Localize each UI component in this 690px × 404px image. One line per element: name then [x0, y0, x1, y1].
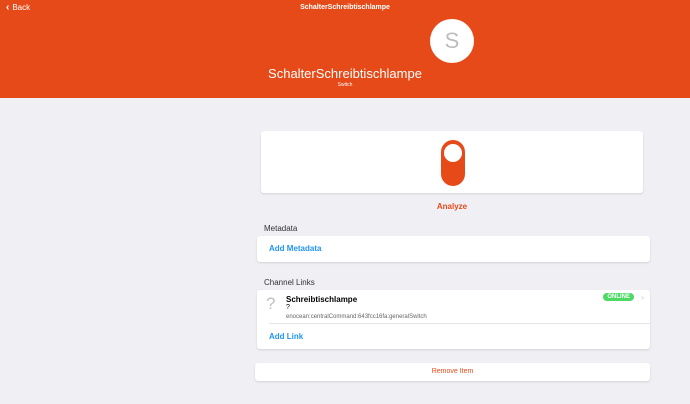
remove-item-card[interactable]: Remove Item	[255, 363, 650, 381]
status-badge: ONLINE	[603, 293, 634, 301]
metadata-card: Add Metadata	[257, 236, 650, 262]
page-title: SchalterSchreibtischlampe	[300, 4, 390, 11]
chevron-right-icon: ›	[641, 293, 644, 302]
thing-type: Switch	[337, 82, 353, 88]
avatar: S	[430, 19, 474, 63]
divider	[269, 323, 650, 324]
thing-name: SchalterSchreibtischlampe	[268, 66, 422, 81]
question-icon: ?	[266, 294, 276, 313]
analyze-button[interactable]: Analyze	[261, 202, 643, 211]
channel-link-subtitle: ?	[286, 304, 290, 311]
metadata-section-title: Metadata	[264, 224, 298, 233]
channel-link-uid: enocean:centralCommand:643fcc16fa:genera…	[286, 314, 427, 320]
add-metadata-button[interactable]: Add Metadata	[269, 244, 321, 253]
add-link-button[interactable]: Add Link	[269, 332, 303, 341]
channel-links-section-title: Channel Links	[264, 278, 315, 287]
channel-link-title: Schreibtischlampe	[286, 295, 358, 304]
header-bar: ‹ Back SchalterSchreibtischlampe S Schal…	[0, 0, 690, 98]
switch-toggle[interactable]	[441, 140, 465, 186]
remove-item-button[interactable]: Remove Item	[255, 368, 650, 375]
toggle-knob[interactable]	[443, 143, 463, 163]
channel-links-card: ? Schreibtischlampe ? enocean:centralCom…	[257, 290, 650, 349]
